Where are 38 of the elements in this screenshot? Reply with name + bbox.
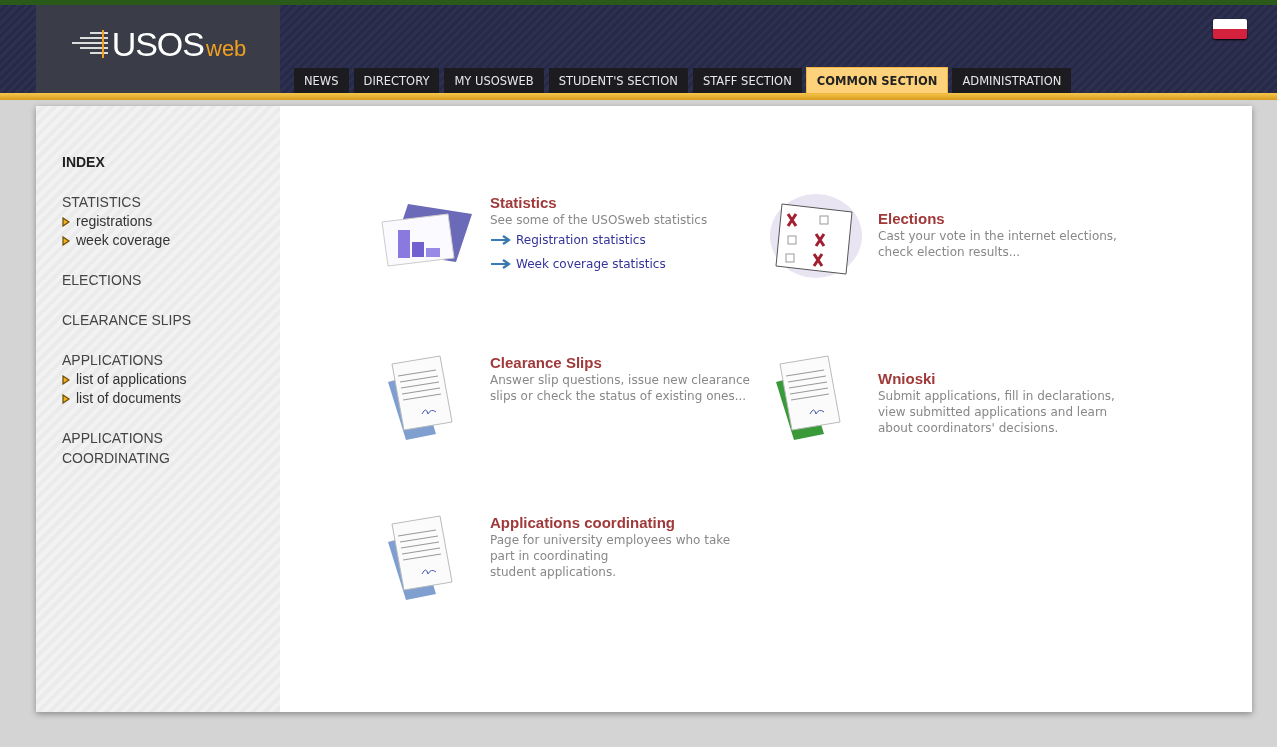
nav-tab[interactable]: DIRECTORY xyxy=(353,68,440,93)
sidebar-sublink[interactable]: week coverage xyxy=(62,231,280,250)
nav-tab[interactable]: NEWS xyxy=(294,68,349,93)
arrow-icon xyxy=(490,235,512,245)
logo[interactable]: USOSweb xyxy=(36,5,280,93)
bullet-icon xyxy=(62,235,70,246)
tile-link[interactable]: Registration statistics xyxy=(490,231,646,249)
nav-tab[interactable]: STAFF SECTION xyxy=(692,68,802,93)
tile-description: Answer slip questions, issue new clearance slips or check the status of existing ones... xyxy=(490,372,750,404)
sidebar-sublink[interactable]: registrations xyxy=(62,212,280,231)
tile-description: See some of the USOSweb statistics xyxy=(490,212,708,228)
sidebar-link[interactable]: APPLICATIONS COORDINATING xyxy=(62,428,212,468)
sidebar-sublink[interactable]: list of applications xyxy=(62,370,280,389)
tile-title[interactable]: Applications coordinating xyxy=(490,514,731,532)
bullet-icon xyxy=(62,216,70,227)
sidebar-link[interactable]: INDEX xyxy=(62,152,212,172)
nav-tab[interactable]: ADMINISTRATION xyxy=(952,68,1072,93)
bullet-icon xyxy=(62,374,70,385)
sidebar-link[interactable]: ELECTIONS xyxy=(62,270,212,290)
bullet-icon xyxy=(62,393,70,404)
tile-title[interactable]: Clearance Slips xyxy=(490,354,750,372)
sidebar-link[interactable]: APPLICATIONS xyxy=(62,350,212,370)
sidebar-link[interactable]: CLEARANCE SLIPS xyxy=(62,310,212,330)
flag-icon[interactable] xyxy=(1213,19,1247,39)
nav-tab[interactable]: COMMON SECTION xyxy=(806,68,948,93)
arrow-icon xyxy=(490,259,512,269)
tile-link[interactable]: Week coverage statistics xyxy=(490,255,666,273)
tile-title[interactable]: Statistics xyxy=(490,194,708,212)
tile-description: Cast your vote in the internet elections, check election results... xyxy=(878,228,1117,260)
sidebar-link[interactable]: STATISTICS xyxy=(62,192,212,212)
tile-description: Submit applications, fill in declarations, view submitted applications and learn about coordinators' decisions. xyxy=(878,388,1115,436)
nav-tab[interactable]: STUDENT'S SECTION xyxy=(548,68,688,93)
tile-title[interactable]: Wnioski xyxy=(878,370,1115,388)
lines-icon xyxy=(69,29,110,59)
nav-tab[interactable]: MY USOSWEB xyxy=(444,68,544,93)
tile-description: Page for university employees who take part in coordinating student applications. xyxy=(490,532,731,580)
tile-title[interactable]: Elections xyxy=(878,210,1117,228)
sidebar-sublink[interactable]: list of documents xyxy=(62,389,280,408)
